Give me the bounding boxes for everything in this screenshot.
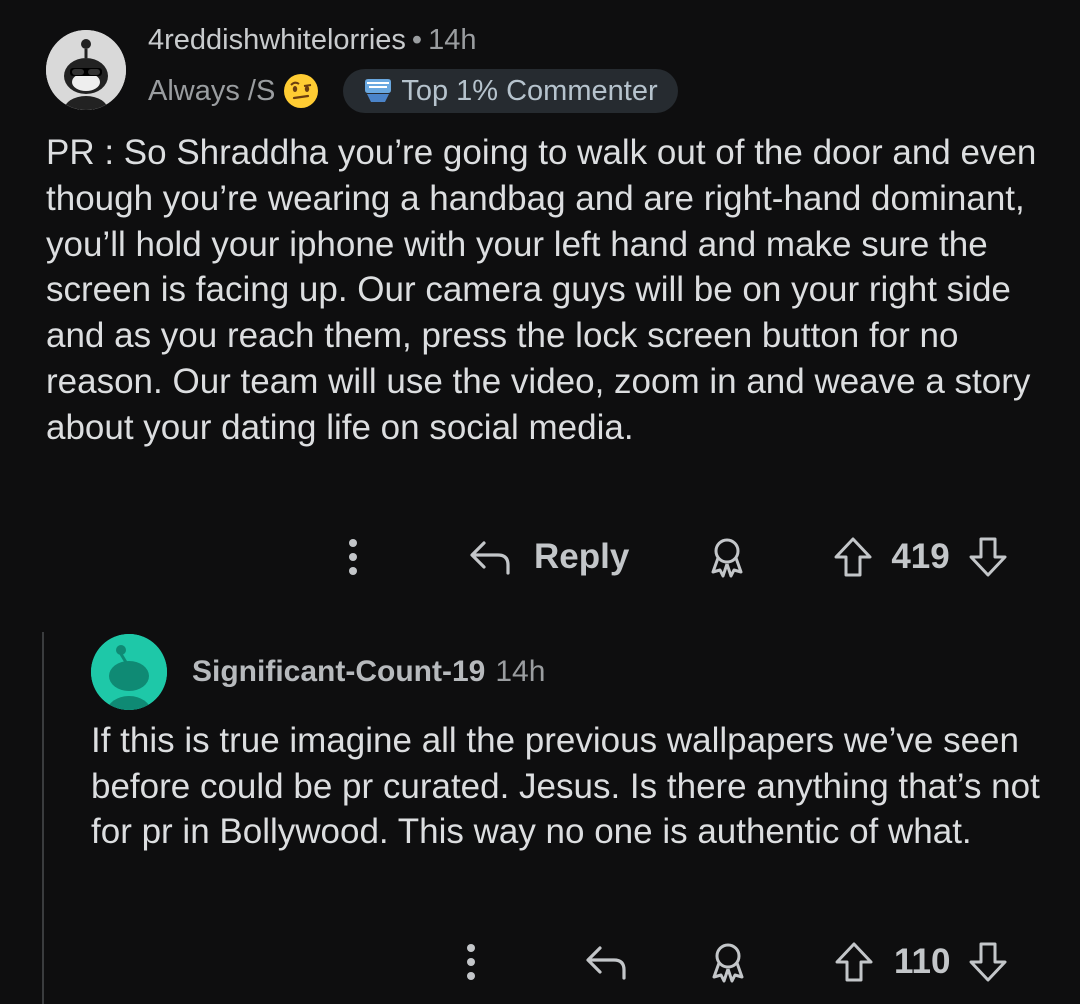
- comment-actions: Reply 419: [340, 531, 1008, 583]
- reply-username[interactable]: Significant-Count-19: [192, 655, 485, 688]
- reply-timestamp: 14h: [495, 655, 546, 688]
- reply-downvote-icon[interactable]: [968, 941, 1008, 983]
- reply-upvote-icon[interactable]: [834, 941, 874, 983]
- reply-header: Significant-Count-19 14h: [192, 655, 545, 689]
- award-icon[interactable]: [707, 536, 747, 578]
- user-flair-row: Always /S Top 1% Commenter: [148, 68, 678, 114]
- comment-header: 4reddishwhitelorries • 14h: [148, 24, 476, 57]
- reply-label: Reply: [534, 537, 630, 576]
- reply-vote-score: 110: [894, 942, 951, 981]
- reply-actions: 110: [458, 936, 1008, 988]
- more-options-icon[interactable]: [340, 538, 366, 576]
- reply-arrow-icon: [470, 541, 510, 575]
- avatar[interactable]: [46, 30, 126, 110]
- reply-avatar[interactable]: [91, 634, 167, 710]
- username[interactable]: 4reddishwhitelorries: [148, 24, 406, 56]
- reply-body: If this is true imagine all the previous…: [91, 721, 1040, 851]
- comment-body: PR : So Shraddha you’re going to walk ou…: [46, 133, 1037, 447]
- separator-dot: •: [411, 24, 423, 56]
- reply-button[interactable]: Reply: [468, 537, 629, 577]
- commenter-badge-icon: [365, 79, 392, 102]
- downvote-icon[interactable]: [968, 536, 1008, 578]
- snoo-avatar-icon: [91, 634, 167, 710]
- raised-eyebrow-emoji-icon: [283, 73, 319, 109]
- user-flair: Always /S: [148, 74, 276, 107]
- reply-award-icon[interactable]: [708, 941, 748, 983]
- snoo-sunglasses-avatar-icon: [46, 30, 126, 110]
- thread-line[interactable]: [42, 632, 44, 1004]
- top-commenter-badge[interactable]: Top 1% Commenter: [343, 69, 678, 113]
- timestamp: 14h: [428, 24, 477, 56]
- reply-reply-icon[interactable]: [584, 942, 628, 982]
- reply-more-options-icon[interactable]: [458, 943, 484, 981]
- badge-label: Top 1% Commenter: [401, 74, 658, 107]
- upvote-icon[interactable]: [833, 536, 873, 578]
- vote-score: 419: [891, 537, 950, 576]
